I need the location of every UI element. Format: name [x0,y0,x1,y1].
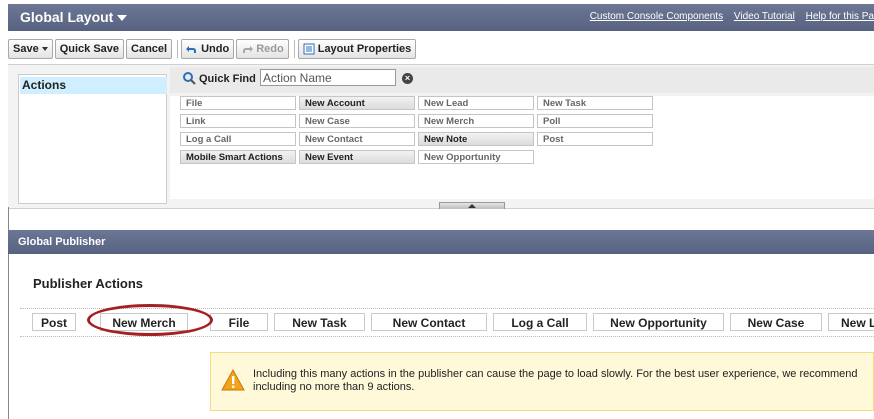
category-item-actions[interactable]: Actions [20,77,167,94]
global-publisher-header: Global Publisher [8,230,874,254]
chevron-down-icon [117,15,128,22]
quick-find-text: Quick Find [199,72,256,85]
quick-save-button[interactable]: Quick Save [54,39,125,59]
publisher-action[interactable]: Log a Call [493,313,587,331]
help-link[interactable]: Help for this Pa [806,11,874,22]
save-label: Save [13,43,39,55]
palette-item[interactable]: Poll [537,114,653,128]
publisher-action[interactable]: Post [32,313,76,331]
warning-icon [221,369,245,391]
chevron-down-icon[interactable] [41,47,48,51]
redo-icon [243,46,254,53]
header-links: Custom Console Components Video Tutorial… [582,11,874,22]
toolbar: Save Quick Save Cancel Undo Redo Layout … [8,38,418,60]
save-button[interactable]: Save [8,39,53,59]
layout-title-menu[interactable]: Global Layout [20,9,128,25]
palette-grid: File New Account New Lead New Task Link … [170,96,874,199]
toolbar-divider [293,40,295,58]
layout-header: Global Layout Custom Console Components … [8,4,874,31]
clear-search-icon[interactable]: × [402,73,413,84]
search-icon [183,72,196,85]
warning-message: Including this many actions in the publi… [210,352,874,411]
publisher-action[interactable]: New Opportunity [593,313,724,331]
palette-item[interactable]: Log a Call [180,132,296,146]
undo-icon [186,46,197,53]
palette-item[interactable]: Mobile Smart Actions [180,150,296,164]
undo-label: Undo [201,43,230,55]
highlight-annotation [87,304,213,336]
palette-item[interactable]: New Note [418,132,534,146]
cancel-button[interactable]: Cancel [126,39,173,59]
palette-item[interactable]: New Event [299,150,415,164]
redo-label: Redo [256,43,284,55]
quick-find-label: Quick Find [183,72,256,85]
publisher-action[interactable]: New Contact [371,313,487,331]
video-tutorial-link[interactable]: Video Tutorial [734,11,795,22]
properties-icon [303,43,315,55]
palette-item[interactable]: New Lead [418,96,534,110]
palette-item[interactable]: Link [180,114,296,128]
layout-title: Global Layout [20,9,114,25]
layout-properties-button[interactable]: Layout Properties [297,39,417,59]
palette-item[interactable]: New Case [299,114,415,128]
palette-item[interactable]: New Merch [418,114,534,128]
publisher-action[interactable]: New Le [828,313,874,331]
redo-button[interactable]: Redo [236,39,289,59]
palette-item[interactable]: Post [537,132,653,146]
palette-item[interactable]: File [180,96,296,110]
quick-find-input[interactable]: Action Name [260,69,396,86]
layout-properties-label: Layout Properties [317,43,412,55]
palette-item[interactable]: New Account [299,96,415,110]
custom-console-components-link[interactable]: Custom Console Components [590,11,723,22]
publisher-action[interactable]: File [210,313,268,331]
warning-text: Including this many actions in the publi… [253,368,858,393]
palette-item[interactable]: New Task [537,96,653,110]
toolbar-divider [177,40,179,58]
publisher-action[interactable]: New Case [730,313,822,331]
palette-item[interactable]: New Opportunity [418,150,534,164]
publisher-actions-title: Publisher Actions [33,276,144,291]
category-list: Actions [18,74,167,204]
palette-resize-handle[interactable] [439,202,505,209]
publisher-action[interactable]: New Task [274,313,365,331]
palette-item[interactable]: New Contact [299,132,415,146]
undo-button[interactable]: Undo [181,39,235,59]
action-palette: Actions Quick Find Action Name × File Ne… [8,64,874,209]
